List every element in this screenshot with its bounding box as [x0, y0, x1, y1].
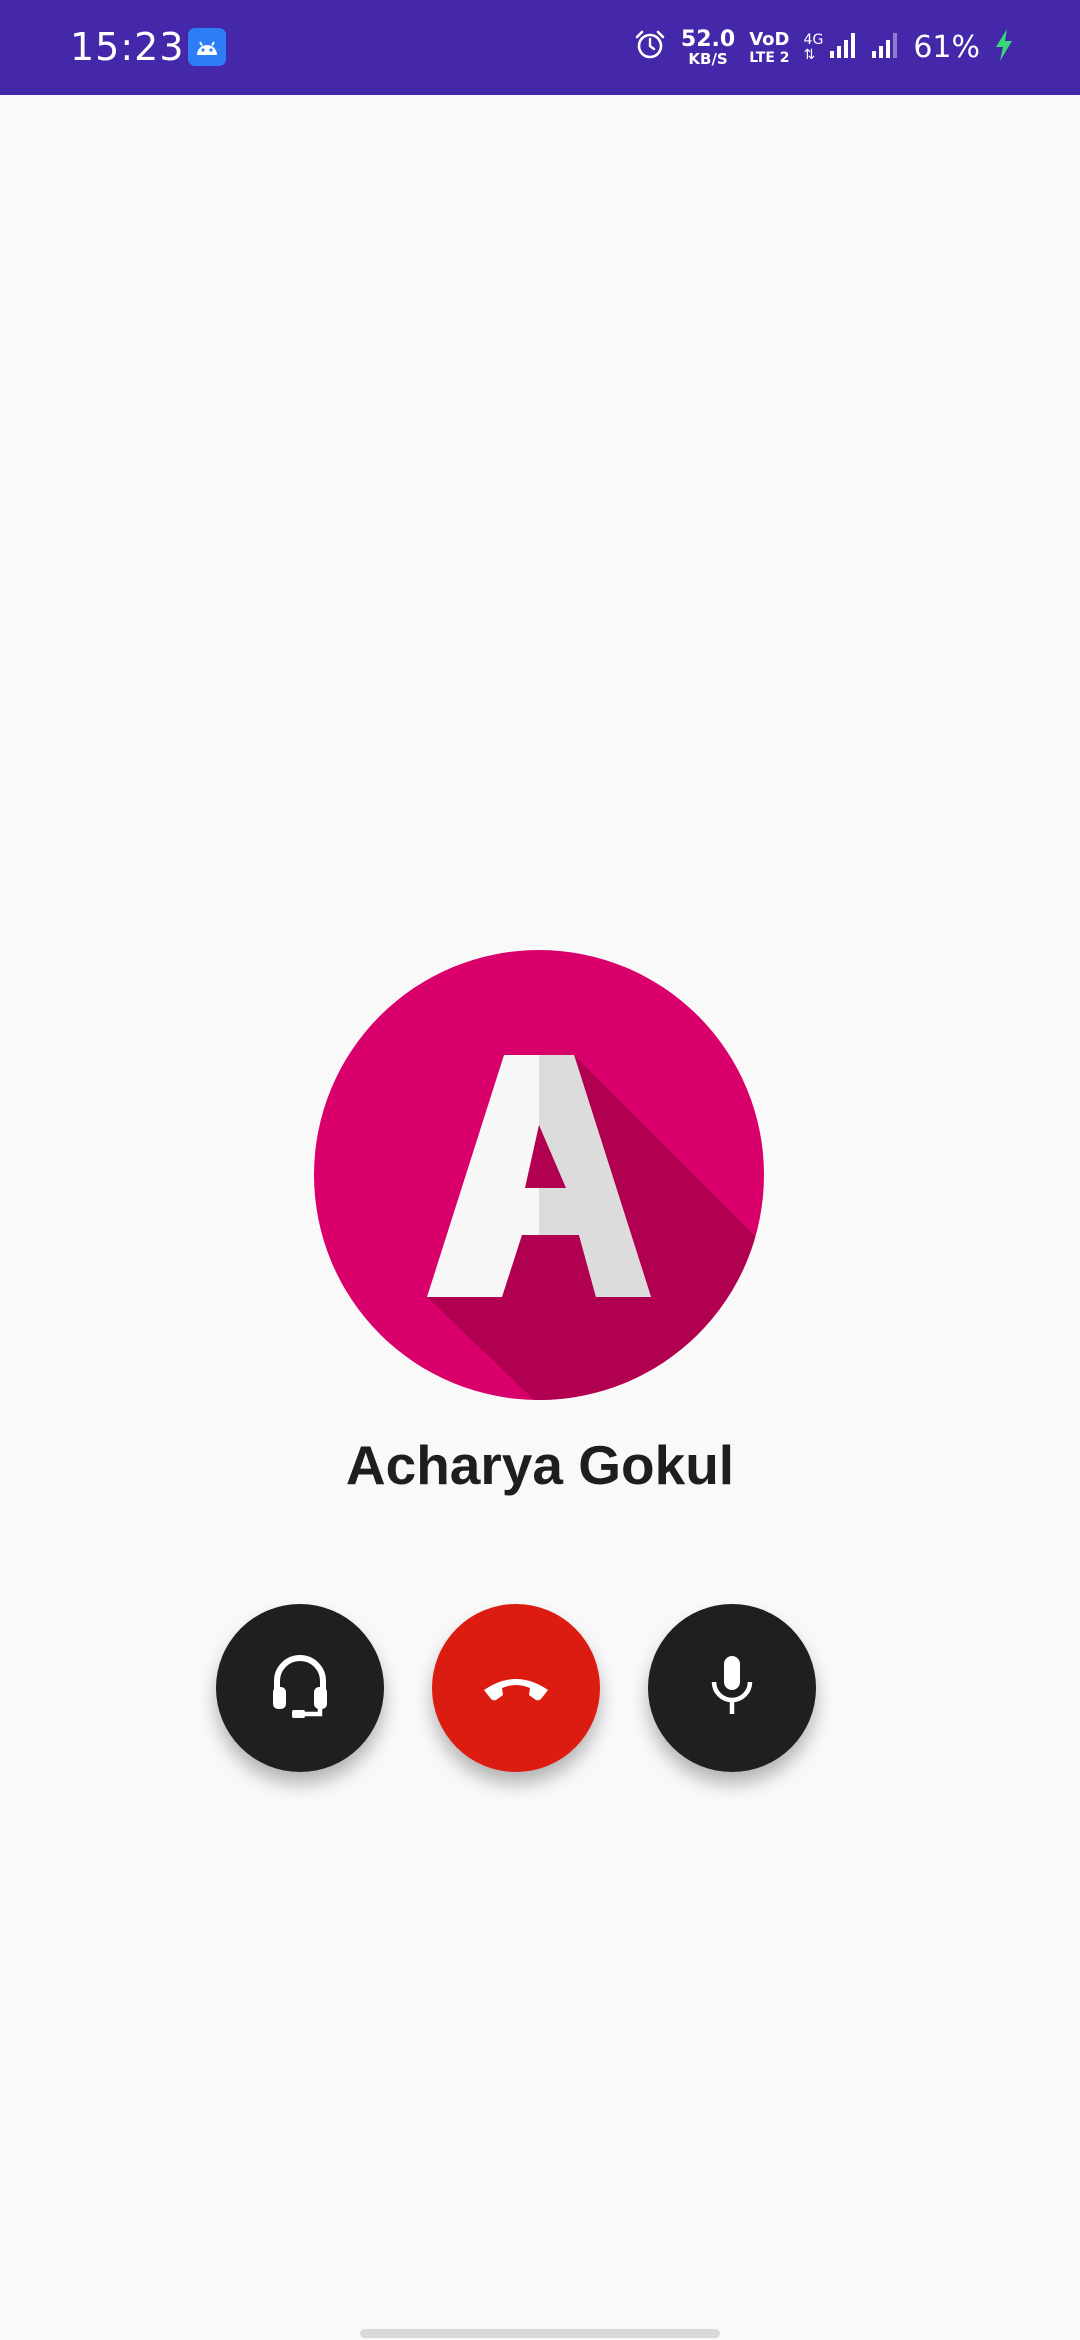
headset-icon [268, 1651, 332, 1726]
microphone-icon [707, 1654, 757, 1723]
charging-bolt-icon [994, 28, 1014, 67]
network-type: 4G ⇅ [804, 33, 824, 62]
network-speed-unit: KB/S [688, 49, 728, 68]
network-speed: 52.0 KB/S [680, 26, 736, 68]
android-app-icon [188, 28, 226, 66]
end-call-button[interactable] [432, 1604, 600, 1772]
headset-button[interactable] [216, 1604, 384, 1772]
volte-line2: LTE 2 [749, 49, 790, 66]
data-arrows-icon: ⇅ [803, 46, 816, 63]
contact-name: Acharya Gokul [345, 1434, 735, 1496]
gesture-nav-handle[interactable] [360, 2329, 720, 2338]
signal-strength-icon-sim2 [871, 30, 899, 65]
network-type-label: 4G [803, 31, 824, 48]
alarm-icon [633, 28, 667, 67]
volte-indicator: VoD LTE 2 [749, 28, 790, 66]
status-bar: 15:23 52.0 KB/S VoD LTE 2 4G ⇅ 61% [0, 0, 1080, 95]
battery-percent: 61% [913, 30, 980, 65]
contact-avatar [314, 950, 764, 1400]
status-time: 15:23 [70, 25, 185, 69]
end-call-icon [478, 1666, 554, 1711]
network-speed-value: 52.0 [680, 26, 736, 52]
signal-strength-icon-sim1 [829, 30, 857, 65]
volte-line1: VoD [749, 28, 790, 50]
status-icons: 52.0 KB/S VoD LTE 2 4G ⇅ 61% [633, 0, 1014, 95]
microphone-button[interactable] [648, 1604, 816, 1772]
